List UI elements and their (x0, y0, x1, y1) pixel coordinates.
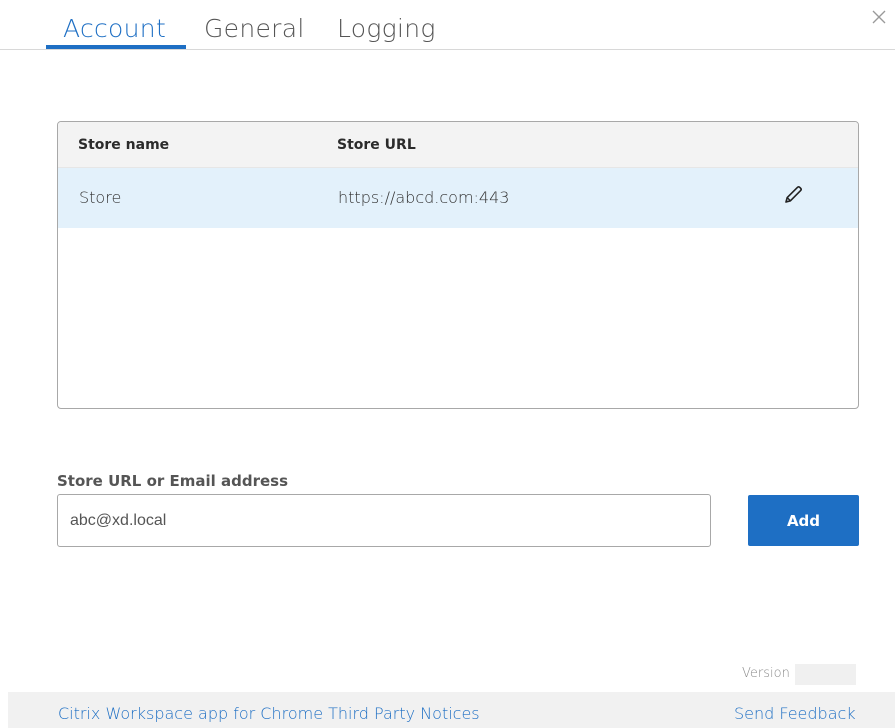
tab-general[interactable]: General (204, 14, 305, 44)
store-table: Store name Store URL Store https://abcd.… (57, 121, 859, 409)
tab-logging[interactable]: Logging (337, 14, 436, 44)
version-value (795, 664, 856, 685)
store-url-label: Store URL or Email address (57, 472, 289, 490)
store-url-cell: https://abcd.com:443 (338, 188, 510, 207)
table-row[interactable]: Store https://abcd.com:443 (58, 168, 858, 228)
table-header: Store name Store URL (58, 122, 858, 168)
active-tab-indicator (46, 45, 186, 49)
close-icon (872, 10, 886, 24)
store-url-input[interactable] (57, 494, 711, 547)
store-name-cell: Store (79, 188, 122, 207)
send-feedback-link[interactable]: Send Feedback (734, 704, 856, 723)
version-label: Version (742, 666, 790, 681)
pencil-icon (785, 186, 802, 203)
edit-store-button[interactable] (782, 184, 804, 206)
third-party-notices-link[interactable]: Citrix Workspace app for Chrome Third Pa… (58, 704, 480, 723)
close-button[interactable] (870, 8, 888, 26)
tab-bar: Account General Logging (0, 0, 895, 50)
add-button[interactable]: Add (748, 495, 859, 546)
settings-dialog: Account General Logging Store name Store… (0, 0, 895, 728)
tab-account[interactable]: Account (63, 14, 166, 44)
column-header-store-name: Store name (78, 137, 170, 153)
footer: Citrix Workspace app for Chrome Third Pa… (8, 692, 895, 728)
column-header-store-url: Store URL (337, 137, 416, 153)
